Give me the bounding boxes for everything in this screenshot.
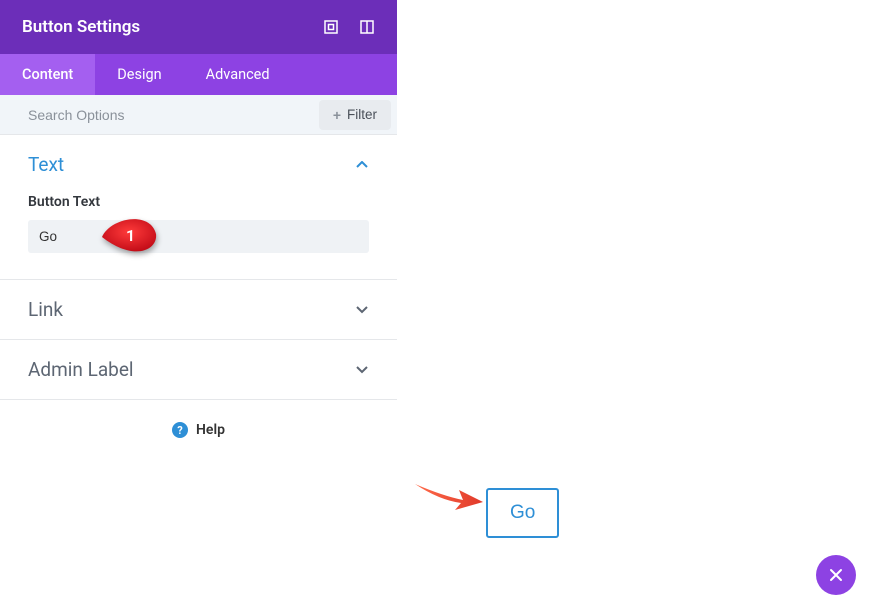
section-admin-label-header[interactable]: Admin Label [0, 340, 397, 399]
panel-header: Button Settings [0, 0, 397, 54]
panel-title: Button Settings [22, 17, 140, 37]
chevron-up-icon [355, 158, 369, 172]
tab-advanced[interactable]: Advanced [184, 54, 292, 95]
close-fab[interactable] [816, 555, 856, 595]
section-text-body: Button Text [0, 194, 397, 279]
tab-content[interactable]: Content [0, 54, 95, 95]
settings-panel: Button Settings Content Design Advanced … [0, 0, 397, 585]
section-text-title: Text [28, 153, 64, 176]
chevron-down-icon [355, 363, 369, 377]
close-icon [829, 568, 843, 582]
chevron-down-icon [355, 303, 369, 317]
section-admin-label: Admin Label [0, 340, 397, 400]
plus-icon: + [333, 107, 341, 123]
annotation-arrow [413, 478, 485, 512]
section-link-header[interactable]: Link [0, 280, 397, 339]
button-text-input[interactable] [28, 220, 369, 253]
section-link: Link [0, 280, 397, 340]
tabs: Content Design Advanced [0, 54, 397, 95]
button-text-label: Button Text [28, 194, 369, 210]
section-text: Text Button Text [0, 135, 397, 280]
section-link-title: Link [28, 298, 63, 321]
preview-go-button[interactable]: Go [486, 488, 559, 538]
column-icon[interactable] [359, 19, 375, 35]
filter-button[interactable]: + Filter [319, 100, 391, 130]
section-admin-label-title: Admin Label [28, 358, 134, 381]
expand-icon[interactable] [323, 19, 339, 35]
help-label: Help [196, 422, 225, 438]
section-text-header[interactable]: Text [0, 135, 397, 194]
search-input[interactable] [0, 95, 319, 134]
help-button[interactable]: ? Help [0, 400, 397, 460]
tab-design[interactable]: Design [95, 54, 183, 95]
header-icons [323, 19, 375, 35]
filter-label: Filter [347, 107, 377, 122]
help-icon: ? [172, 422, 188, 438]
search-row: + Filter [0, 95, 397, 135]
